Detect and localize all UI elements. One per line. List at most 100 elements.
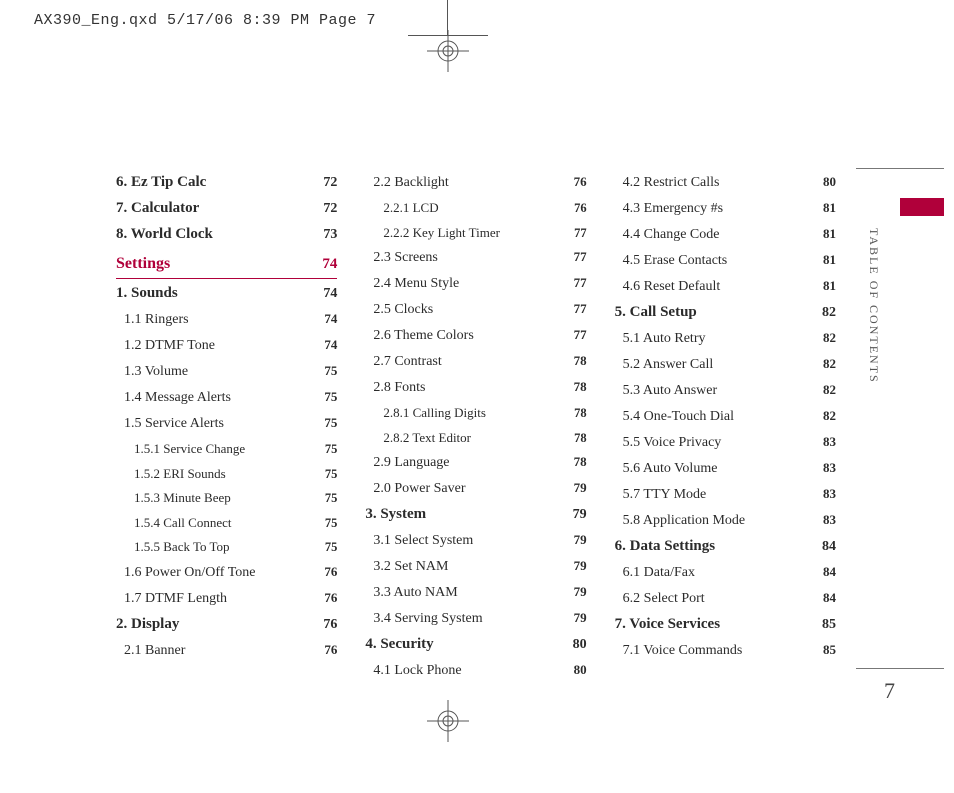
toc-entry-page: 76 xyxy=(324,565,337,578)
toc-column: 2.2 Backlight76 2.2.1 LCD 76 2.2.2 Key Ligh… xyxy=(365,170,586,684)
toc-entry-page: 78 xyxy=(574,380,587,393)
toc-entry-label: 2.9 Language xyxy=(365,456,449,470)
toc-entry-label: 4.5 Erase Contacts xyxy=(615,254,728,268)
toc-entry-page: 77 xyxy=(574,250,587,263)
toc-entry-page: 75 xyxy=(324,416,337,429)
toc-entry-page: 85 xyxy=(823,643,836,656)
toc-entry: 7. Voice Services85 xyxy=(615,612,836,638)
toc-entry: 4.4 Change Code81 xyxy=(615,222,836,248)
toc-entry-label: 5. Call Setup xyxy=(615,305,697,320)
toc-column: 4.2 Restrict Calls804.3 Emergency #s814.… xyxy=(615,170,836,684)
toc-entry-label: 2.4 Menu Style xyxy=(365,277,459,291)
toc-entry: 2.7 Contrast 78 xyxy=(365,349,586,375)
print-header: AX390_Eng.qxd 5/17/06 8:39 PM Page 7 xyxy=(34,12,376,29)
toc-entry: 1.5 Service Alerts 75 xyxy=(116,411,337,437)
toc-entry: 1.4 Message Alerts 75 xyxy=(116,385,337,411)
toc-entry-label: Settings xyxy=(116,256,170,272)
toc-entry: 2.9 Language78 xyxy=(365,450,586,476)
toc-entry-label: 2.7 Contrast xyxy=(365,355,441,369)
toc-entry: 1.5.2 ERI Sounds75 xyxy=(116,462,337,487)
toc-entry-page: 83 xyxy=(823,513,836,526)
toc-entry-page: 79 xyxy=(574,481,587,494)
table-of-contents: 6. Ez Tip Calc727. Calculator728. World … xyxy=(116,170,836,684)
toc-entry-label: 5.2 Answer Call xyxy=(615,358,714,372)
toc-entry-label: 6.2 Select Port xyxy=(615,592,705,606)
toc-entry-page: 82 xyxy=(823,383,836,396)
toc-entry-page: 84 xyxy=(822,540,836,554)
toc-entry-label: 1.5.3 Minute Beep xyxy=(116,491,231,504)
toc-entry-page: 76 xyxy=(574,175,587,188)
toc-entry: 1.5.3 Minute Beep 75 xyxy=(116,486,337,511)
toc-entry: 2.2 Backlight76 xyxy=(365,170,586,196)
toc-entry-page: 77 xyxy=(574,227,587,240)
toc-entry-page: 85 xyxy=(822,618,836,632)
toc-entry-label: 3.3 Auto NAM xyxy=(365,586,457,600)
toc-entry-label: 1.5 Service Alerts xyxy=(116,417,224,431)
toc-entry-label: 2.2.2 Key Light Timer xyxy=(365,226,500,239)
toc-entry-label: 2.6 Theme Colors xyxy=(365,329,473,343)
toc-entry-label: 2.2.1 LCD xyxy=(365,201,438,214)
toc-entry-label: 4. Security xyxy=(365,637,433,652)
toc-entry: 2.8.1 Calling Digits78 xyxy=(365,401,586,426)
toc-entry-page: 84 xyxy=(823,591,836,604)
toc-entry: 5.2 Answer Call82 xyxy=(615,352,836,378)
toc-entry-page: 76 xyxy=(324,643,337,656)
toc-entry: 6. Data Settings84 xyxy=(615,534,836,560)
toc-entry-page: 78 xyxy=(574,354,587,367)
toc-entry-label: 1.1 Ringers xyxy=(116,313,189,327)
toc-entry: 2.5 Clocks77 xyxy=(365,297,586,323)
toc-entry-label: 1.5.2 ERI Sounds xyxy=(116,467,226,480)
toc-entry-page: 81 xyxy=(823,279,836,292)
toc-entry: 1.2 DTMF Tone74 xyxy=(116,333,337,359)
toc-entry: 3. System79 xyxy=(365,502,586,528)
toc-entry-label: 5.6 Auto Volume xyxy=(615,462,718,476)
toc-entry-label: 2.5 Clocks xyxy=(365,303,433,317)
registration-mark-bottom xyxy=(427,700,469,742)
toc-entry: 1.5.4 Call Connect 75 xyxy=(116,511,337,536)
toc-entry-page: 76 xyxy=(324,591,337,604)
toc-entry-page: 75 xyxy=(325,492,338,505)
sidebar-label: TABLE OF CONTENTS xyxy=(866,228,881,384)
toc-entry-page: 72 xyxy=(323,202,337,216)
toc-entry: 2.1 Banner76 xyxy=(116,638,337,664)
toc-entry-page: 83 xyxy=(823,487,836,500)
toc-entry-page: 83 xyxy=(823,461,836,474)
toc-entry-label: 7. Calculator xyxy=(116,201,199,216)
toc-entry: 4.1 Lock Phone80 xyxy=(365,658,586,684)
toc-entry-page: 77 xyxy=(574,276,587,289)
sidebar-rule xyxy=(856,168,944,169)
toc-entry-label: 5.7 TTY Mode xyxy=(615,488,707,502)
toc-entry-page: 81 xyxy=(823,253,836,266)
toc-entry-page: 82 xyxy=(823,331,836,344)
toc-entry-page: 76 xyxy=(574,202,587,215)
toc-entry-page: 79 xyxy=(574,611,587,624)
toc-entry: 5.8 Application Mode83 xyxy=(615,508,836,534)
toc-entry-page: 75 xyxy=(325,517,338,530)
toc-entry: 2.8.2 Text Editor78 xyxy=(365,426,586,451)
toc-entry-label: 2. Display xyxy=(116,617,179,632)
toc-entry-page: 78 xyxy=(574,407,587,420)
toc-entry-label: 1.3 Volume xyxy=(116,365,188,379)
registration-mark-top xyxy=(427,30,469,72)
toc-entry-label: 5.3 Auto Answer xyxy=(615,384,718,398)
toc-entry-page: 76 xyxy=(323,618,337,632)
toc-entry: 4.6 Reset Default81 xyxy=(615,274,836,300)
toc-entry: 3.1 Select System79 xyxy=(365,528,586,554)
toc-column: 6. Ez Tip Calc727. Calculator728. World … xyxy=(116,170,337,684)
sidebar-rule xyxy=(856,668,944,669)
toc-entry-label: 1.7 DTMF Length xyxy=(116,592,227,606)
toc-entry-label: 1.5.1 Service Change xyxy=(116,442,245,455)
toc-entry-page: 75 xyxy=(325,541,338,554)
toc-entry-page: 75 xyxy=(324,390,337,403)
toc-entry-label: 1.5.4 Call Connect xyxy=(116,516,232,529)
toc-entry: 1. Sounds74 xyxy=(116,281,337,307)
toc-entry: 6.2 Select Port 84 xyxy=(615,586,836,612)
toc-entry: 1.3 Volume75 xyxy=(116,359,337,385)
toc-entry-label: 1.4 Message Alerts xyxy=(116,391,231,405)
toc-entry: 1.5.1 Service Change75 xyxy=(116,437,337,462)
toc-entry: 3.2 Set NAM79 xyxy=(365,554,586,580)
toc-entry-label: 3.2 Set NAM xyxy=(365,560,448,574)
toc-entry: 7. Calculator 72 xyxy=(116,196,337,222)
toc-entry: 5.6 Auto Volume 83 xyxy=(615,456,836,482)
toc-entry-label: 6. Ez Tip Calc xyxy=(116,175,206,190)
